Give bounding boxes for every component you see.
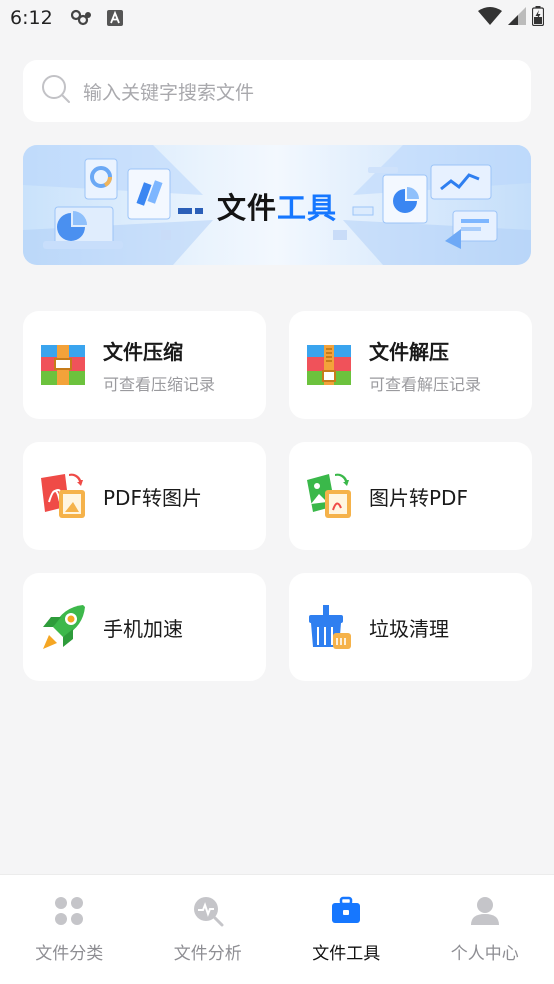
rocket-icon bbox=[39, 603, 87, 651]
broom-clean-icon bbox=[305, 603, 353, 651]
file-tools-banner: 文件工具 bbox=[23, 145, 531, 265]
bottom-tab-bar: 文件分类 文件分析 文件工具 个人中心 bbox=[0, 874, 554, 984]
tool-title: 手机加速 bbox=[103, 616, 183, 641]
tool-title: 文件压缩 bbox=[103, 339, 183, 364]
tab-file-category[interactable]: 文件分类 bbox=[0, 875, 139, 984]
zip-archive-icon bbox=[39, 341, 87, 389]
tool-subtitle: 可查看压缩记录 bbox=[103, 374, 216, 394]
pdf-to-image-icon bbox=[39, 472, 87, 520]
tab-personal-center[interactable]: 个人中心 bbox=[416, 875, 554, 984]
banner-title: 文件工具 bbox=[23, 185, 531, 227]
banner-title-part2: 工具 bbox=[277, 191, 338, 225]
tool-card-image-to-pdf[interactable]: 图片转PDF bbox=[289, 442, 532, 550]
signal-icon bbox=[508, 6, 526, 30]
unzip-archive-icon bbox=[305, 341, 353, 389]
person-icon bbox=[469, 895, 501, 927]
status-time: 6:12 bbox=[10, 7, 53, 29]
tab-file-analysis[interactable]: 文件分析 bbox=[139, 875, 278, 984]
tab-label: 个人中心 bbox=[450, 944, 519, 964]
tab-label: 文件分析 bbox=[173, 944, 242, 964]
status-right bbox=[478, 5, 545, 31]
toolbox-icon bbox=[330, 895, 362, 927]
a-notification-icon bbox=[106, 10, 123, 26]
tool-card-pdf-to-image[interactable]: PDF转图片 bbox=[23, 442, 266, 550]
image-to-pdf-icon bbox=[305, 472, 353, 520]
tool-card-phone-boost[interactable]: 手机加速 bbox=[23, 573, 266, 681]
banner-title-part1: 文件 bbox=[216, 191, 277, 225]
tab-label: 文件工具 bbox=[312, 944, 381, 964]
battery-icon bbox=[531, 5, 545, 31]
search-bar[interactable]: 输入关键字搜索文件 bbox=[23, 60, 531, 122]
search-placeholder[interactable]: 输入关键字搜索文件 bbox=[83, 78, 254, 105]
tool-title: 图片转PDF bbox=[369, 485, 468, 510]
category-grid-icon bbox=[53, 895, 85, 927]
tool-subtitle: 可查看解压记录 bbox=[369, 374, 482, 394]
network-icon bbox=[70, 9, 93, 27]
status-bar: 6:12 bbox=[0, 0, 554, 36]
tool-card-junk-clean[interactable]: 垃圾清理 bbox=[289, 573, 532, 681]
search-icon bbox=[41, 74, 71, 108]
tool-title: 文件解压 bbox=[369, 339, 449, 364]
tool-title: PDF转图片 bbox=[103, 485, 202, 510]
tool-title: 垃圾清理 bbox=[369, 616, 449, 641]
analysis-icon bbox=[192, 895, 224, 927]
tool-card-compress[interactable]: 文件压缩 可查看压缩记录 bbox=[23, 311, 266, 419]
tab-file-tools[interactable]: 文件工具 bbox=[277, 875, 416, 984]
tool-card-decompress[interactable]: 文件解压 可查看解压记录 bbox=[289, 311, 532, 419]
tab-label: 文件分类 bbox=[35, 944, 104, 964]
wifi-icon bbox=[478, 6, 502, 30]
